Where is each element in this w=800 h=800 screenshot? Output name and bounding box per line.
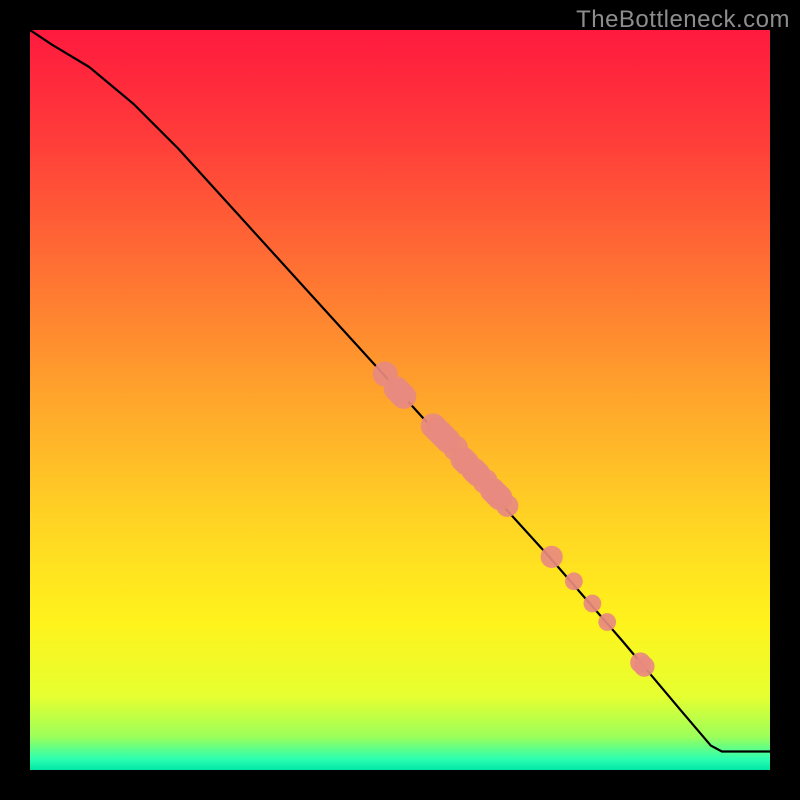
data-marker xyxy=(634,656,655,677)
chart-svg xyxy=(30,30,770,770)
chart-plot-area xyxy=(30,30,770,770)
data-marker xyxy=(496,495,518,517)
data-marker xyxy=(584,595,602,613)
data-marker xyxy=(598,613,616,631)
data-marker xyxy=(565,572,583,590)
data-marker xyxy=(391,384,416,409)
chart-stage: TheBottleneck.com xyxy=(0,0,800,800)
data-marker xyxy=(541,546,563,568)
